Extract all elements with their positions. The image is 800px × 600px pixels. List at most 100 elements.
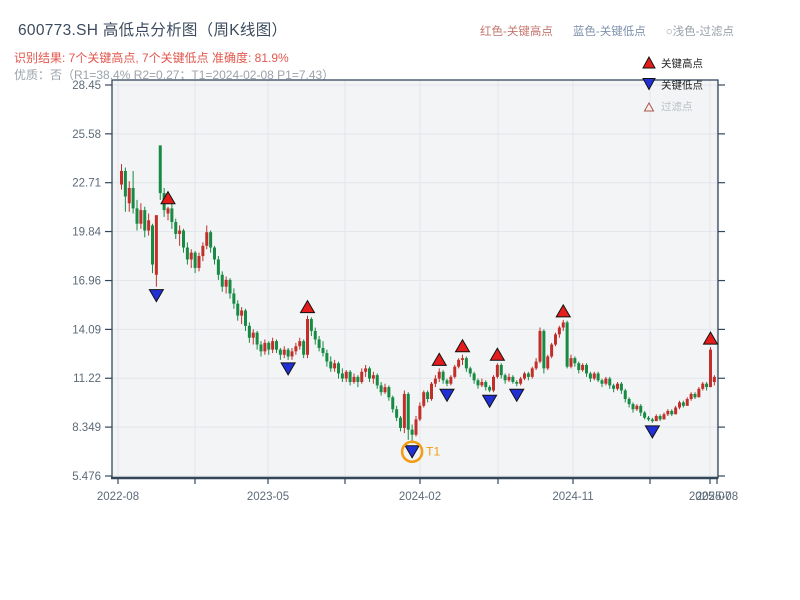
candlestick <box>123 170 127 197</box>
candlestick <box>395 409 399 418</box>
candlestick <box>426 392 430 400</box>
candlestick <box>503 375 507 381</box>
x-tick-label: 2023-05 <box>247 491 289 503</box>
candlestick <box>182 230 185 248</box>
candlestick <box>244 310 247 326</box>
y-tick-label: 14.09 <box>72 324 101 336</box>
candlestick <box>685 399 689 406</box>
candlestick <box>654 416 658 422</box>
candlestick <box>495 364 499 377</box>
candlestick <box>565 322 569 367</box>
candlestick <box>131 187 135 209</box>
candlestick <box>306 319 309 355</box>
candlestick <box>263 342 267 352</box>
candlestick <box>391 397 395 410</box>
candlestick <box>399 417 402 428</box>
y-tick-label: 8.349 <box>72 422 101 434</box>
y-tick-label: 28.45 <box>72 80 101 92</box>
candlestick <box>538 330 542 362</box>
candlestick <box>588 373 592 379</box>
legend-item-label: 关键高点 <box>661 57 703 70</box>
candlestick <box>127 187 131 204</box>
candlestick <box>224 279 228 287</box>
candlestick <box>561 322 565 328</box>
candlestick <box>457 359 461 367</box>
candlestick <box>689 393 693 400</box>
candlestick <box>712 376 716 382</box>
candlestick <box>472 373 476 381</box>
candlestick <box>523 373 526 379</box>
candlestick <box>666 410 670 415</box>
candlestick <box>437 371 441 379</box>
y-tick-label: 16.96 <box>72 276 101 288</box>
candlestick <box>247 325 251 338</box>
candlestick <box>650 419 654 422</box>
candlestick <box>325 353 329 362</box>
candlestick <box>158 145 162 194</box>
candlestick <box>441 371 445 381</box>
candlestick <box>515 381 519 384</box>
candlestick <box>278 349 282 355</box>
candlestick <box>170 208 174 223</box>
candlestick <box>604 378 608 384</box>
candlestick <box>693 393 697 398</box>
candlestick <box>387 387 391 398</box>
candlestick <box>313 330 317 340</box>
y-tick-label: 19.84 <box>72 227 101 239</box>
candlestick <box>402 393 406 428</box>
candlestick <box>639 405 643 413</box>
candlestick <box>364 368 368 372</box>
candlestick <box>154 215 158 275</box>
candlestick <box>201 245 205 257</box>
candlestick <box>546 356 550 369</box>
candlestick <box>430 383 433 400</box>
x-tick-label: 2024-11 <box>552 491 593 503</box>
candlestick <box>348 371 352 382</box>
candlestick <box>333 363 337 369</box>
candlestick <box>321 347 325 354</box>
candlestick <box>709 349 712 388</box>
legend-key-high-icon <box>642 55 656 69</box>
candlestick <box>174 222 178 234</box>
candlestick <box>209 232 213 248</box>
candlestick <box>480 381 484 386</box>
candlestick <box>534 361 538 369</box>
candlestick <box>550 344 554 357</box>
candlestick <box>581 364 585 371</box>
candlestick <box>143 210 147 231</box>
candlestick <box>275 341 278 350</box>
candlestick <box>267 342 271 350</box>
candlestick <box>461 358 464 360</box>
candlestick <box>697 388 701 398</box>
candlestick <box>608 378 612 386</box>
x-tick-label: 2025-08 <box>696 491 738 503</box>
x-tick-label: 2024-02 <box>399 491 441 503</box>
candlestick <box>251 332 255 338</box>
candlestick <box>151 225 154 265</box>
candlestick <box>286 349 290 357</box>
candlestick <box>406 393 410 430</box>
candlestick <box>422 392 426 406</box>
candlestick <box>236 303 240 316</box>
candlestick <box>197 256 201 268</box>
candlestick <box>519 378 523 384</box>
candlestick <box>317 339 321 348</box>
candlestick <box>573 358 577 364</box>
candlestick <box>635 405 639 410</box>
candlestick <box>139 210 143 224</box>
candlestick <box>282 349 286 355</box>
candlestick <box>542 330 546 369</box>
candlestick <box>340 373 344 379</box>
candlestick <box>678 402 681 408</box>
candlestick <box>627 399 631 405</box>
candlestick <box>309 319 313 331</box>
plot-area <box>112 80 718 478</box>
candlestick <box>484 381 488 388</box>
candlestick <box>468 368 472 374</box>
candlestick <box>674 407 678 415</box>
candlestick <box>647 417 650 420</box>
candlestick <box>530 368 534 377</box>
candlestick <box>596 373 600 381</box>
candlestick <box>557 327 561 335</box>
candlestick <box>600 380 604 384</box>
